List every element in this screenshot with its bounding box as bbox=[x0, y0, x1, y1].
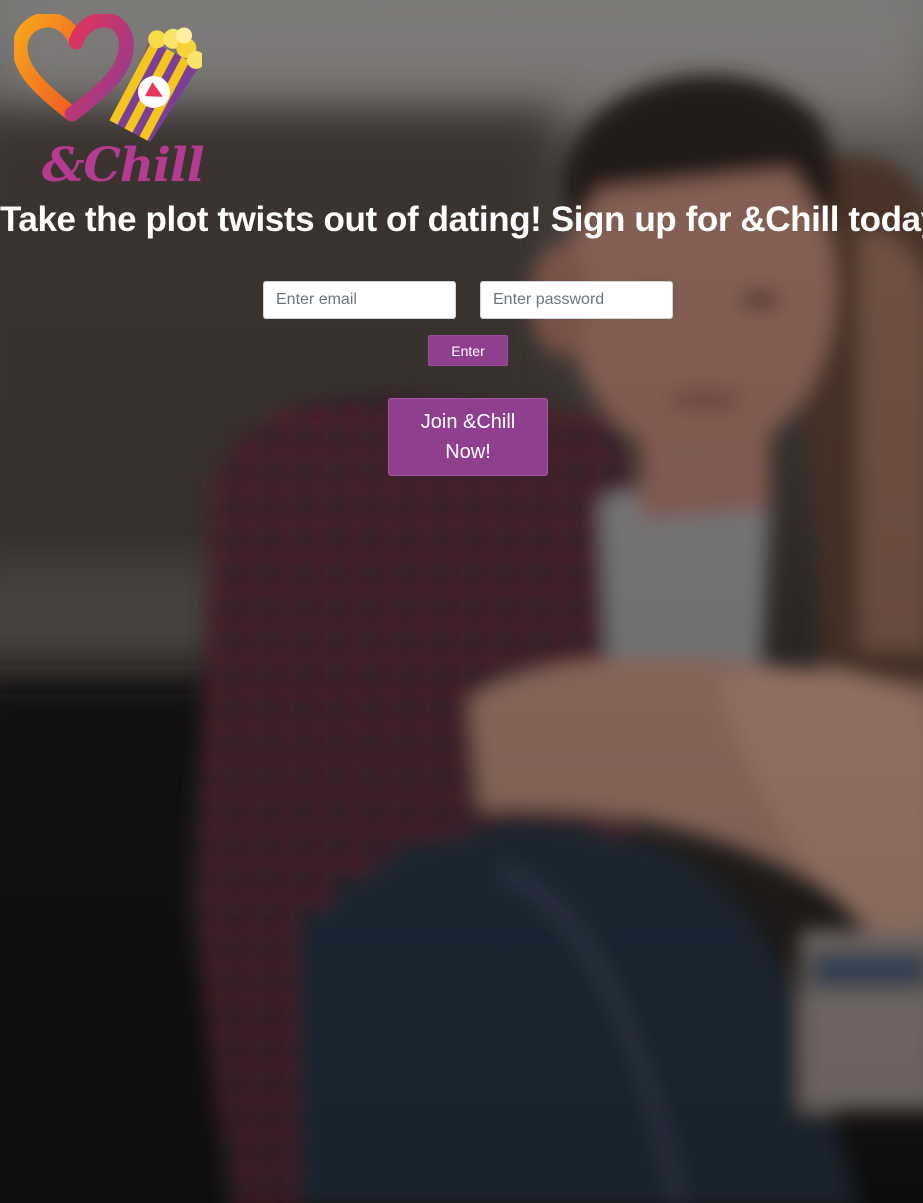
join-now-button[interactable]: Join &Chill Now! bbox=[388, 398, 548, 476]
hero-headline: Take the plot twists out of dating! Sign… bbox=[0, 200, 923, 239]
brand-wordmark: &Chill bbox=[42, 138, 205, 193]
email-input[interactable] bbox=[263, 281, 456, 319]
enter-button[interactable]: Enter bbox=[428, 335, 508, 366]
heart-popcorn-play-icon bbox=[12, 12, 205, 143]
brand-logo[interactable]: &Chill bbox=[12, 12, 205, 198]
password-input[interactable] bbox=[480, 281, 673, 319]
